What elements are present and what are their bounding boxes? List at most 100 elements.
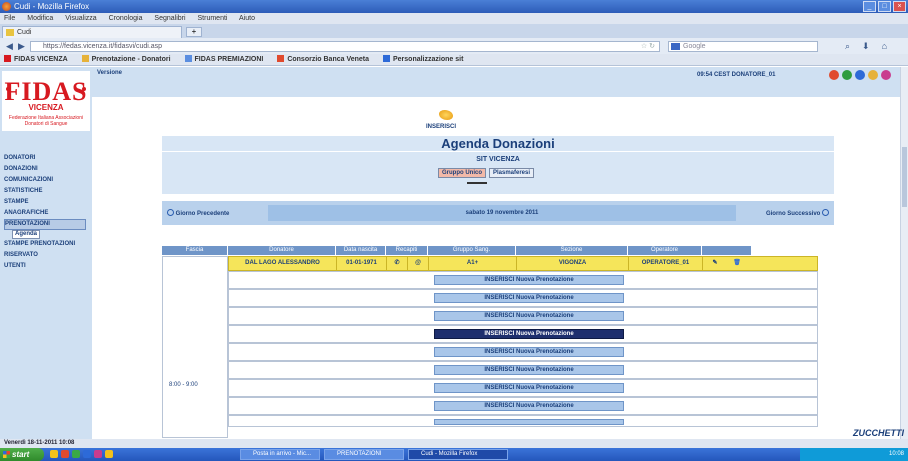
url-bar[interactable]: https://fedas.vicenza.it/fidasvi/cudi.as…: [30, 41, 660, 52]
new-tab-button[interactable]: +: [186, 27, 202, 37]
booking-slot: INSERISCI Nuova Prenotazione: [228, 307, 818, 325]
new-booking-button[interactable]: [434, 419, 624, 425]
home-icon[interactable]: ⌂: [882, 41, 887, 52]
menu-segnalibri[interactable]: Segnalibri: [154, 15, 185, 22]
menu-cronologia[interactable]: Cronologia: [109, 15, 143, 22]
forward-arrow-icon[interactable]: ▶: [16, 41, 27, 52]
bookmark-item[interactable]: Prenotazione - Donatori: [81, 55, 171, 63]
search-input[interactable]: Google: [668, 41, 818, 52]
home-app-icon[interactable]: [829, 70, 839, 80]
minimize-button[interactable]: _: [863, 1, 876, 12]
start-button[interactable]: start: [0, 448, 44, 461]
new-booking-button[interactable]: INSERISCI Nuova Prenotazione: [434, 383, 624, 393]
next-day-button[interactable]: Giorno Successivo: [766, 209, 829, 217]
bookmark-item[interactable]: Personalizzazione sit: [382, 55, 463, 63]
booking-slot: INSERISCI Nuova Prenotazione: [228, 397, 818, 415]
next-arrow-icon: [822, 209, 829, 216]
donation-row[interactable]: DAL LAGO ALESSANDRO 01-01-1971 ✆ @ A1+ V…: [228, 256, 818, 271]
new-booking-button[interactable]: INSERISCI Nuova Prenotazione: [434, 365, 624, 375]
taskbar-item[interactable]: PRENOTAZIONI: [324, 449, 404, 460]
sidebar-item-donatori[interactable]: DONATORI: [4, 153, 90, 164]
insert-label[interactable]: INSERISCI: [426, 124, 456, 130]
new-booking-button[interactable]: INSERISCI Nuova Prenotazione: [434, 275, 624, 285]
next-day-label: Giorno Successivo: [765, 211, 821, 217]
quick-launch-icon[interactable]: [72, 450, 80, 458]
previous-day-button[interactable]: Giorno Precedente: [167, 209, 229, 217]
window-title: Cudi - Mozilla Firefox: [14, 2, 90, 11]
help-icon[interactable]: [868, 70, 878, 80]
insert-icon[interactable]: [439, 110, 453, 120]
bookmark-item[interactable]: FIDAS VICENZA: [4, 55, 68, 63]
column-header-recapiti: Recapiti: [386, 246, 428, 255]
column-header-data-nascita: Data nascita: [336, 246, 386, 255]
bookmark-item[interactable]: Consorzio Banca Veneta: [277, 55, 369, 63]
column-header-sezione: Sezione: [516, 246, 628, 255]
close-window-button[interactable]: ×: [893, 1, 906, 12]
sidebar-item-donazioni[interactable]: DONAZIONI: [4, 164, 90, 175]
sidebar-item-riservato[interactable]: RISERVATO: [4, 250, 90, 261]
sidebar-item-utenti[interactable]: UTENTI: [4, 261, 90, 272]
quick-launch-icon[interactable]: [50, 450, 58, 458]
taskbar-item[interactable]: Posta in arrivo - Mic...: [240, 449, 320, 460]
quick-launch-icon[interactable]: [105, 450, 113, 458]
firefox-icon: [2, 2, 11, 11]
sidebar-item-comunicazioni[interactable]: COMUNICAZIONI: [4, 175, 90, 186]
logout-icon[interactable]: [881, 70, 891, 80]
refresh-icon[interactable]: [842, 70, 852, 80]
status-bar: Venerdì 18-11-2011 10:08 ZUCCHETTI: [0, 429, 908, 448]
vertical-scrollbar[interactable]: [900, 67, 908, 439]
page-title: Agenda Donazioni: [162, 136, 834, 151]
back-arrow-icon[interactable]: ◀: [4, 41, 15, 52]
sidebar-item-anagrafiche[interactable]: ANAGRAFICHE: [4, 208, 90, 219]
sidebar-item-prenotazioni[interactable]: PRENOTAZIONI: [4, 219, 86, 230]
sidebar-subitem-agenda[interactable]: Agenda: [12, 230, 40, 239]
menu-file[interactable]: File: [4, 15, 15, 22]
column-header-gruppo: Gruppo Sang.: [428, 246, 516, 255]
app-header: Versione 09:54 CEST DONATORE_01: [92, 67, 900, 89]
phone-icon[interactable]: ✆: [387, 257, 408, 270]
new-booking-button[interactable]: INSERISCI Nuova Prenotazione: [434, 347, 624, 357]
info-icon[interactable]: [855, 70, 865, 80]
scrollbar-thumb[interactable]: [902, 147, 907, 207]
bookmark-star-icon[interactable]: ☆ ↻: [641, 42, 655, 51]
search-engine-icon[interactable]: [671, 43, 680, 50]
taskbar-item-active[interactable]: Cudi - Mozilla Firefox: [408, 449, 508, 460]
quick-launch-icon[interactable]: [94, 450, 102, 458]
download-icon[interactable]: ⬇: [862, 41, 870, 52]
sidebar-item-stampe[interactable]: STAMPE: [4, 197, 90, 208]
menu-aiuto[interactable]: Aiuto: [239, 15, 255, 22]
tab-strip: Cudi +: [0, 24, 908, 38]
booking-slot: INSERISCI Nuova Prenotazione: [228, 271, 818, 289]
maximize-button[interactable]: □: [878, 1, 891, 12]
menu-strumenti[interactable]: Strumenti: [198, 15, 228, 22]
zucchetti-logo: ZUCCHETTI: [853, 428, 904, 438]
new-booking-button[interactable]: INSERISCI Nuova Prenotazione: [434, 293, 624, 303]
fascia-cell: 8:00 - 9:00: [162, 256, 228, 438]
bookmark-item[interactable]: FIDAS PREMIAZIONI: [184, 55, 263, 63]
gruppo-unico-button[interactable]: Gruppo Unico: [438, 168, 486, 178]
search-icon[interactable]: ⌕: [845, 41, 850, 52]
quick-launch-icon[interactable]: [61, 450, 69, 458]
bookmarks-toolbar: FIDAS VICENZA Prenotazione - Donatori FI…: [0, 54, 908, 66]
email-icon[interactable]: @: [408, 257, 429, 270]
edit-icon[interactable]: ✎: [703, 257, 727, 270]
menu-visualizza[interactable]: Visualizza: [65, 15, 96, 22]
column-header-actions: [702, 246, 752, 255]
sit-panel: SIT VICENZA Gruppo Unico Plasmaferesi: [162, 152, 834, 194]
sidebar-item-stampe-prenotazioni[interactable]: STAMPE PRENOTAZIONI: [4, 239, 90, 250]
donor-name[interactable]: DAL LAGO ALESSANDRO: [229, 257, 337, 270]
menu-modifica[interactable]: Modifica: [27, 15, 53, 22]
tab-label: Cudi: [17, 29, 32, 36]
browser-tab[interactable]: Cudi: [2, 26, 182, 38]
fidas-logo[interactable]: FIDAS VICENZA Federazione Italiana Assoc…: [2, 71, 90, 131]
current-date: sabato 19 novembre 2011: [268, 205, 736, 221]
url-text: https://fedas.vicenza.it/fidasvi/cudi.as…: [43, 43, 163, 50]
plasmaferesi-button[interactable]: Plasmaferesi: [489, 168, 535, 178]
quick-launch-icon[interactable]: [83, 450, 91, 458]
new-booking-button[interactable]: INSERISCI Nuova Prenotazione: [434, 401, 624, 411]
trash-icon[interactable]: 🗑: [727, 257, 747, 270]
booking-slot: INSERISCI Nuova Prenotazione: [228, 343, 818, 361]
new-booking-button-selected[interactable]: INSERISCI Nuova Prenotazione: [434, 329, 624, 339]
new-booking-button[interactable]: INSERISCI Nuova Prenotazione: [434, 311, 624, 321]
sidebar-item-statistiche[interactable]: STATISTICHE: [4, 186, 90, 197]
